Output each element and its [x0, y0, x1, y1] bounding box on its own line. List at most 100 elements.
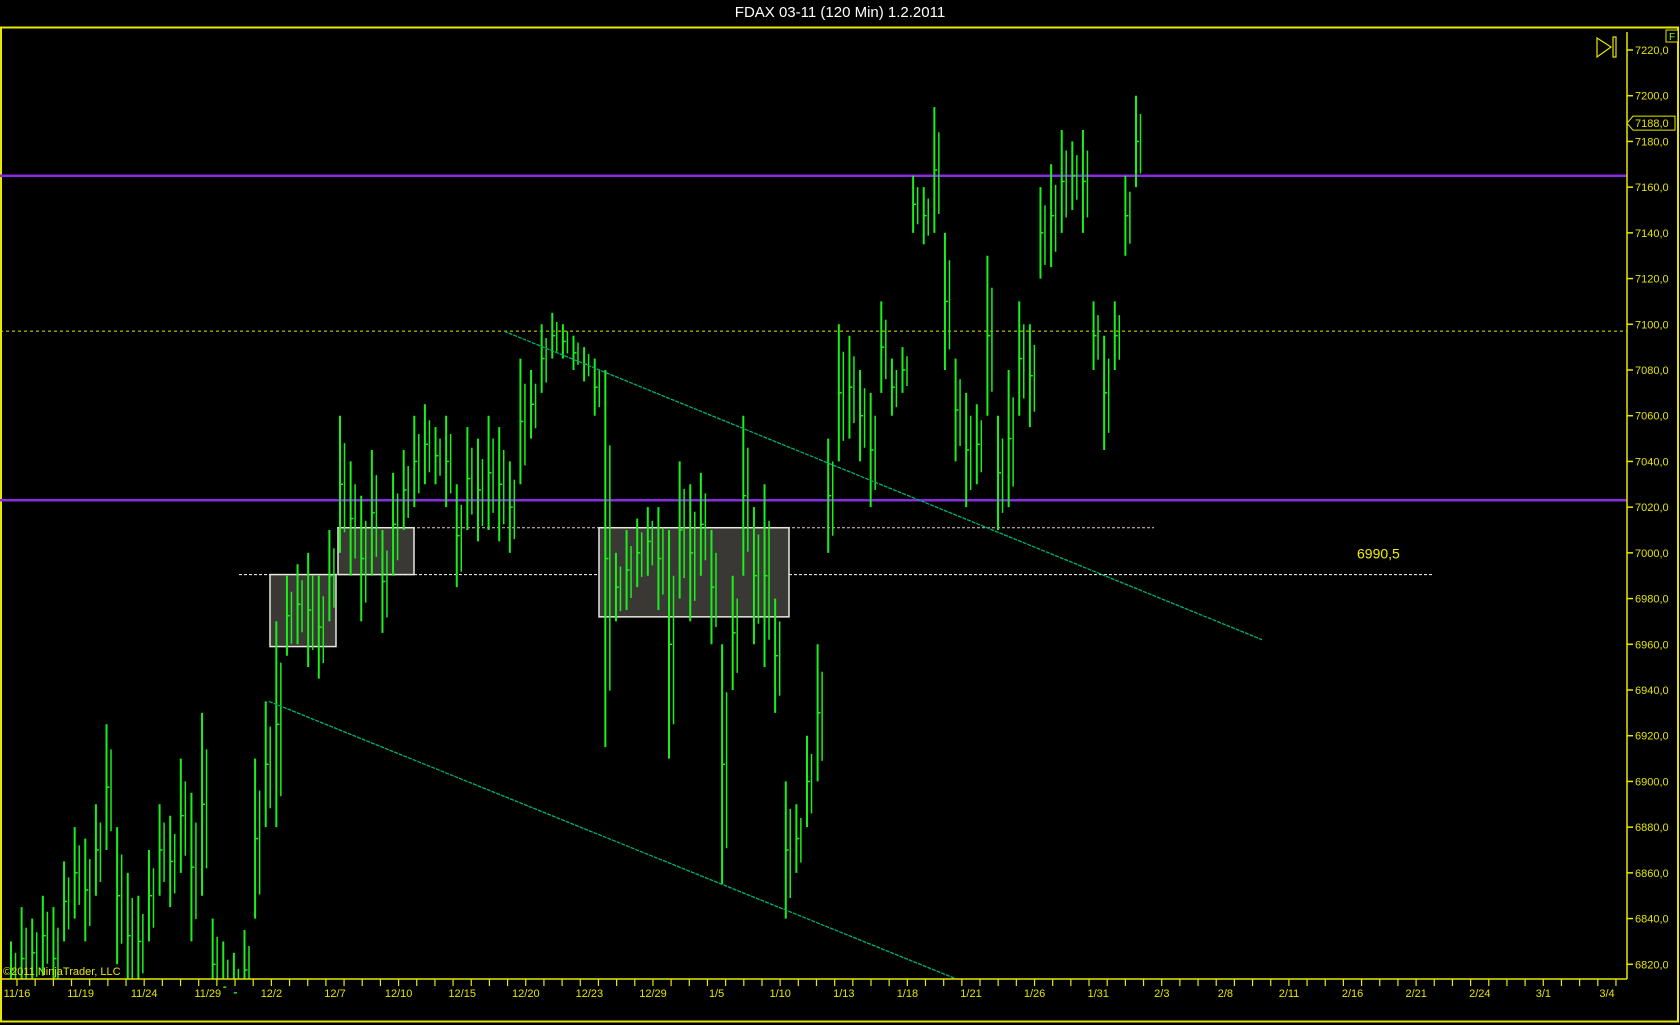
price-bar — [73, 827, 80, 919]
y-tick-label: 7060,0 — [1635, 411, 1669, 423]
price-bar — [540, 324, 547, 393]
scale-fixed-label: F — [1669, 32, 1675, 43]
price-bar — [1081, 129, 1089, 233]
price-bar — [201, 712, 208, 896]
price-bar — [1135, 95, 1142, 188]
price-bar — [912, 175, 919, 233]
price-bar — [869, 392, 876, 508]
price-bar — [498, 427, 505, 542]
y-tick-label: 7040,0 — [1635, 456, 1669, 468]
y-tick-label: 7220,0 — [1635, 45, 1669, 57]
price-bar — [933, 107, 940, 233]
price-bar — [943, 232, 951, 370]
price-bar — [1071, 141, 1078, 210]
price-bar — [307, 552, 314, 668]
price-bar — [1028, 324, 1036, 428]
copyright-text: ©2011 NinjaTrader, LLC — [3, 966, 121, 978]
price-bar — [816, 644, 823, 782]
price-bar — [1007, 369, 1014, 508]
x-tick-label: 1/31 — [1087, 988, 1108, 1000]
price-bar — [402, 449, 409, 530]
price-bar — [1113, 301, 1121, 370]
trend-line[interactable] — [268, 700, 955, 979]
last-price-label: 7188,0 — [1635, 118, 1669, 130]
x-tick-label: 12/23 — [576, 988, 604, 1000]
price-bar — [105, 724, 112, 850]
price-bar — [1103, 335, 1110, 450]
x-tick-label: 3/4 — [1599, 988, 1614, 1000]
price-bar — [466, 427, 473, 530]
price-chart[interactable]: 7220,0 7200,0 7180,0 7160,0 7140,0 7120,0 7100… — [0, 0, 1680, 1025]
y-tick-label: 7200,0 — [1635, 91, 1669, 103]
x-tick-label: 11/24 — [131, 988, 158, 1000]
price-bar — [84, 838, 91, 942]
price-bar — [572, 335, 579, 370]
y-tick-label: 7080,0 — [1635, 365, 1669, 377]
price-bar — [264, 701, 271, 828]
price-bar — [880, 301, 887, 393]
price-bar — [975, 404, 983, 485]
x-tick-label: 2/21 — [1405, 988, 1426, 1000]
x-tick-label: 3/1 — [1536, 988, 1551, 1000]
y-tick-label: 7100,0 — [1635, 319, 1669, 331]
x-tick-label: 1/10 — [769, 988, 790, 1000]
price-bar — [604, 369, 611, 748]
price-bar — [232, 952, 240, 994]
price-bar — [254, 758, 261, 919]
price-bar — [784, 781, 792, 919]
y-tick-label: 6820,0 — [1635, 959, 1669, 971]
price-bar — [158, 804, 165, 896]
price-bar — [805, 735, 813, 828]
y-tick-label: 6920,0 — [1635, 731, 1669, 743]
y-tick-label: 6900,0 — [1635, 776, 1669, 788]
price-bar — [848, 335, 855, 439]
x-tick-label: 11/19 — [67, 988, 94, 1000]
scroll-to-end-icon[interactable] — [1596, 36, 1617, 59]
price-bar — [1039, 187, 1046, 279]
price-bar — [169, 815, 176, 908]
price-bar — [530, 369, 537, 439]
y-tick-label: 6880,0 — [1635, 822, 1669, 834]
price-bar — [243, 929, 250, 979]
price-bar — [275, 621, 282, 828]
price-bar — [126, 872, 133, 979]
x-tick-label: 1/26 — [1024, 988, 1045, 1000]
price-bar — [179, 758, 187, 873]
price-bar — [593, 358, 600, 416]
price-bar — [222, 941, 229, 988]
price-bar — [508, 461, 516, 553]
price-bar — [94, 804, 102, 896]
price-bar — [423, 404, 431, 485]
price-bar — [890, 358, 898, 416]
price-bar — [487, 415, 494, 530]
scale-fixed-button[interactable]: F — [1665, 29, 1679, 43]
level-label: 6990,5 — [1357, 546, 1400, 562]
x-tick-label: 12/15 — [448, 988, 476, 1000]
price-bar — [1092, 301, 1099, 370]
price-bar — [859, 369, 866, 462]
y-tick-label: 6940,0 — [1635, 685, 1669, 697]
consolidation-box[interactable] — [269, 573, 337, 648]
price-bar — [763, 484, 770, 668]
x-tick-label: 12/7 — [324, 988, 345, 1000]
price-bar — [1018, 301, 1025, 416]
price-bar — [1124, 175, 1131, 256]
price-bar — [147, 849, 155, 942]
x-tick-label: 12/2 — [261, 988, 282, 1000]
price-bar — [901, 347, 908, 393]
price-bar — [1050, 164, 1057, 268]
y-tick-label: 6960,0 — [1635, 639, 1669, 651]
price-bar — [211, 918, 218, 979]
price-bar — [63, 861, 70, 942]
x-tick-label: 12/29 — [639, 988, 667, 1000]
x-tick-label: 1/5 — [709, 988, 724, 1000]
price-bar — [561, 324, 569, 359]
x-tick-label: 12/20 — [512, 988, 540, 1000]
x-tick-label: 2/24 — [1469, 988, 1490, 1000]
y-tick-label: 7160,0 — [1635, 182, 1669, 194]
x-tick-label: 11/16 — [4, 988, 31, 1000]
price-bar — [965, 392, 972, 508]
price-bar — [827, 438, 834, 553]
x-tick-label: 1/18 — [897, 988, 918, 1000]
y-tick-label: 7000,0 — [1635, 548, 1669, 560]
